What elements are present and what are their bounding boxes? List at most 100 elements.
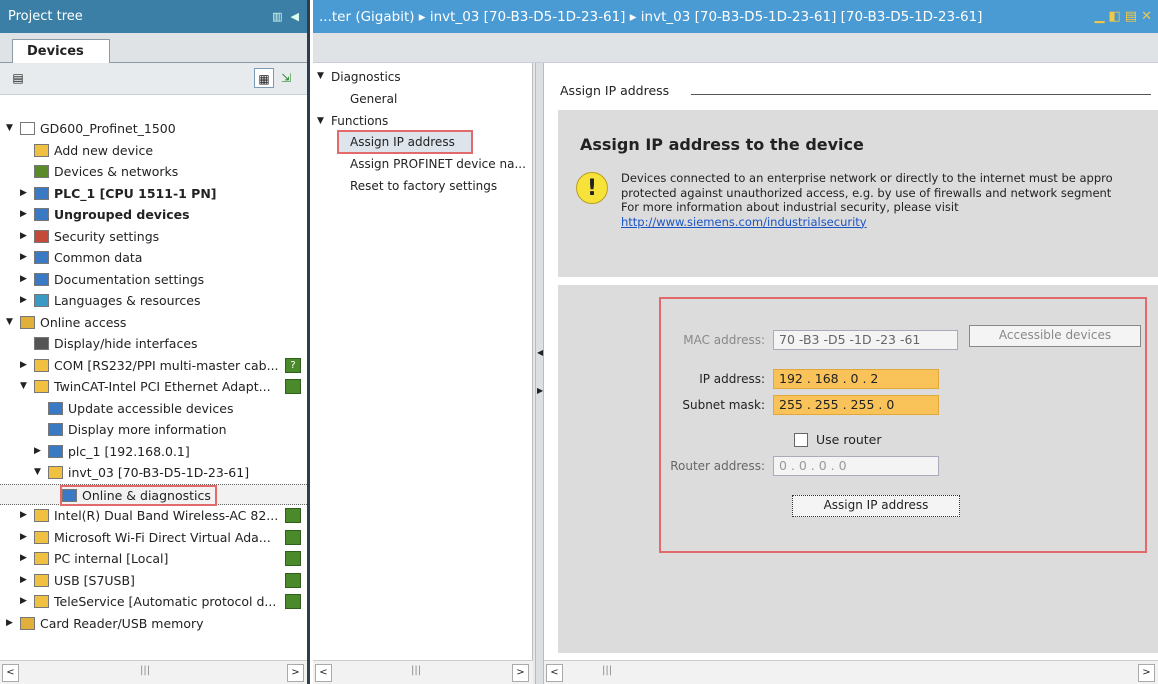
split-right-icon[interactable]: ▶ (537, 386, 543, 395)
status-unknown-icon: ? (285, 357, 301, 373)
project-tree-toolbar: ▤ ▦ ⇲ (0, 63, 307, 95)
use-router-checkbox[interactable] (794, 433, 808, 447)
tree-item[interactable]: ▼ invt_03 [70-B3-D5-1D-23-61] (0, 462, 307, 484)
assign-ip-button[interactable]: Assign IP address (792, 495, 960, 517)
scroll-grip-icon[interactable]: ||| (602, 665, 612, 676)
scroll-right-icon[interactable]: > (1138, 664, 1155, 682)
scroll-left-icon[interactable]: < (315, 664, 332, 682)
project-tree-scrollbar[interactable]: < ||| > (0, 660, 307, 684)
expand-right-icon[interactable]: ▶ (20, 290, 30, 312)
new-folder-icon[interactable]: ▤ (8, 68, 28, 88)
tree-item[interactable]: ▶ Security settings (0, 226, 307, 248)
tree-item[interactable]: Online & diagnostics (0, 483, 307, 506)
expand-right-icon[interactable]: ▶ (20, 204, 30, 226)
expand-right-icon[interactable]: ▶ (20, 355, 30, 377)
tree-item[interactable]: Update accessible devices (0, 398, 307, 420)
tree-item[interactable]: ▶ Languages & resources (0, 290, 307, 312)
tree-item[interactable]: Display more information (0, 419, 307, 441)
expand-right-icon[interactable]: ▶ (34, 441, 44, 463)
scroll-left-icon[interactable]: < (2, 664, 19, 682)
status-online-icon (285, 572, 301, 588)
warning-line: For more information about industrial se… (621, 200, 959, 214)
section-rule (691, 94, 1151, 95)
export-icon[interactable]: ⇲ (276, 68, 296, 88)
expand-right-icon[interactable]: ▶ (20, 548, 30, 570)
scroll-left-icon[interactable]: < (546, 664, 563, 682)
tree-item[interactable]: ▶ TeleService [Automatic protocol d... (0, 591, 307, 613)
content-area: Assign IP address Assign IP address to t… (544, 63, 1158, 684)
scroll-grip-icon[interactable]: ||| (411, 665, 421, 676)
nav-scrollbar[interactable]: < ||| > (313, 660, 533, 684)
tree-item-label: Display/hide interfaces (54, 336, 198, 351)
split-left-icon[interactable]: ◀ (537, 348, 543, 357)
use-router-label[interactable]: Use router (816, 432, 882, 447)
scroll-grip-icon[interactable]: ||| (140, 665, 150, 676)
splitter[interactable]: ◀ ▶ (535, 63, 544, 684)
maximize-icon[interactable]: ▤ (1125, 9, 1137, 24)
accessible-devices-button[interactable]: Accessible devices (969, 325, 1141, 347)
content-scrollbar[interactable]: < ||| > (544, 660, 1158, 684)
tree-item[interactable]: ▶ PLC_1 [CPU 1511-1 PN] (0, 183, 307, 205)
tree-item-label: TeleService [Automatic protocol d... (54, 594, 277, 609)
security-link[interactable]: http://www.siemens.com/industrialsecurit… (621, 215, 1113, 230)
expand-right-icon[interactable]: ▶ (20, 247, 30, 269)
expand-right-icon[interactable]: ▶ (20, 226, 30, 248)
scroll-right-icon[interactable]: > (287, 664, 304, 682)
nav-general[interactable]: General (350, 92, 397, 106)
expand-right-icon[interactable]: ▶ (20, 269, 30, 291)
tree-item[interactable]: ▼ Online access (0, 312, 307, 334)
expand-down-icon[interactable]: ▼ (34, 462, 44, 484)
tree-item[interactable]: ▶ Microsoft Wi-Fi Direct Virtual Ada... (0, 527, 307, 549)
collapse-icon[interactable]: ◀ (291, 10, 299, 23)
scroll-right-icon[interactable]: > (512, 664, 529, 682)
tree-item[interactable]: ▶ Card Reader/USB memory (0, 613, 307, 635)
tree-item-label: Display more information (68, 422, 227, 437)
nav-reset-factory[interactable]: Reset to factory settings (350, 179, 497, 193)
expand-right-icon[interactable]: ▶ (20, 570, 30, 592)
expand-right-icon[interactable]: ▶ (6, 613, 16, 635)
expand-down-icon[interactable]: ▼ (6, 118, 16, 140)
tree-item[interactable]: ▶ COM [RS232/PPI multi-master cab...? (0, 355, 307, 377)
tree-item[interactable]: ▶ Ungrouped devices (0, 204, 307, 226)
editor-header: ...ter (Gigabit) ▸ invt_03 [70-B3-D5-1D-… (313, 0, 1158, 33)
expand-right-icon[interactable]: ▶ (20, 527, 30, 549)
tree-item[interactable]: ▼ TwinCAT-Intel PCI Ethernet Adapt... (0, 376, 307, 398)
tree-item[interactable]: Devices & networks (0, 161, 307, 183)
subnet-mask-field[interactable]: 255 . 255 . 255 . 0 (773, 395, 939, 415)
close-icon[interactable]: ✕ (1141, 9, 1152, 24)
tree-item[interactable]: Display/hide interfaces (0, 333, 307, 355)
nav-assign-profinet-name[interactable]: Assign PROFINET device na... (350, 157, 526, 171)
online-access-icon (20, 315, 35, 329)
tree-item[interactable]: Add new device (0, 140, 307, 162)
tree-item[interactable]: ▶ Documentation settings (0, 269, 307, 291)
tree-item-label: Add new device (54, 142, 154, 158)
nav-functions[interactable]: Functions (331, 114, 388, 128)
status-online-icon (285, 379, 301, 394)
nav-diagnostics[interactable]: Diagnostics (331, 70, 401, 84)
ip-address-field[interactable]: 192 . 168 . 0 . 2 (773, 369, 939, 389)
chevron-down-icon[interactable]: ▼ (317, 116, 324, 126)
tree-item[interactable]: ▼ GD600_Profinet_1500 (0, 118, 307, 140)
filter-icon (34, 337, 49, 350)
tree-item[interactable]: ▶ Common data (0, 247, 307, 269)
tree-item[interactable]: ▶ Intel(R) Dual Band Wireless-AC 82... (0, 505, 307, 527)
expand-down-icon[interactable]: ▼ (6, 312, 16, 334)
pin-icon[interactable]: ▥ (272, 10, 282, 23)
chevron-down-icon[interactable]: ▼ (317, 71, 324, 81)
nav-assign-ip[interactable]: Assign IP address (337, 130, 473, 154)
expand-right-icon[interactable]: ▶ (20, 505, 30, 527)
expand-right-icon[interactable]: ▶ (20, 183, 30, 205)
tree-item[interactable]: ▶ plc_1 [192.168.0.1] (0, 441, 307, 463)
function-nav: ▼ Diagnostics General ▼ Functions Assign… (313, 63, 533, 684)
tree-item[interactable]: ▶ USB [S7USB] (0, 570, 307, 592)
tab-devices[interactable]: Devices (12, 39, 110, 64)
overview-icon[interactable]: ▦ (254, 68, 274, 88)
expand-down-icon[interactable]: ▼ (20, 376, 30, 398)
tree-item[interactable]: ▶ PC internal [Local] (0, 548, 307, 570)
group-icon (34, 208, 49, 221)
expand-right-icon[interactable]: ▶ (20, 591, 30, 613)
float-icon[interactable]: ◧ (1109, 9, 1121, 24)
warning-text: Devices connected to an enterprise netwo… (621, 171, 1113, 229)
folder-icon (34, 595, 49, 608)
minimize-icon[interactable]: ▁ (1095, 9, 1105, 24)
